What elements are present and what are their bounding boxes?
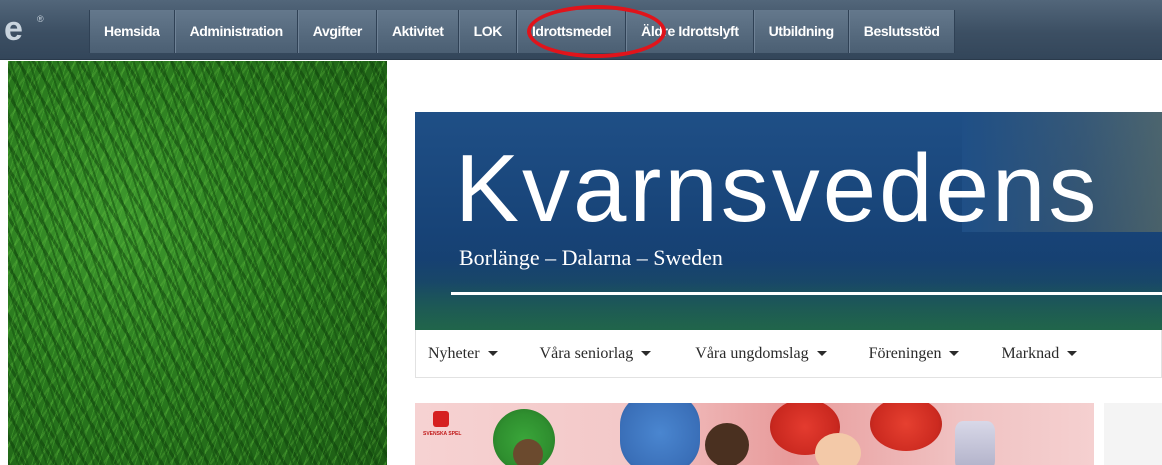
fan-head-figure <box>705 423 749 465</box>
registered-mark: ® <box>37 14 44 24</box>
admin-topbar: e ® Hemsida Administration Avgifter Akti… <box>0 0 1162 60</box>
right-side-panel <box>1104 403 1162 465</box>
caret-down-icon <box>641 351 652 356</box>
fan-smile-figure <box>815 433 861 465</box>
caret-down-icon <box>949 351 960 356</box>
brand-logo-fragment[interactable]: e <box>4 12 23 46</box>
menu-item-label: Föreningen <box>868 344 942 362</box>
nav-item-administration[interactable]: Administration <box>174 10 298 53</box>
caret-down-icon <box>1067 351 1078 356</box>
nav-item-beslutsstod[interactable]: Beslutsstöd <box>848 10 955 53</box>
nav-item-aktivitet[interactable]: Aktivitet <box>376 10 459 53</box>
grass-background-image <box>8 61 387 465</box>
menu-item-marknad[interactable]: Marknad <box>1001 344 1078 363</box>
menu-item-vara-seniorlag[interactable]: Våra seniorlag <box>540 345 652 363</box>
menu-item-label: Våra ungdomslag <box>695 344 809 362</box>
menu-item-foreningen[interactable]: Föreningen <box>869 345 960 363</box>
club-location-subtitle: Borlänge – Dalarna – Sweden <box>459 245 723 270</box>
menu-item-label: Nyheter <box>428 344 480 362</box>
banner-divider <box>451 292 1162 295</box>
nav-item-lok[interactable]: LOK <box>458 10 517 53</box>
club-banner[interactable]: Kvarnsvedens Borlänge – Dalarna – Sweden <box>415 112 1162 330</box>
club-name-title: Kvarnsvedens <box>455 135 1100 242</box>
nav-item-utbildning[interactable]: Utbildning <box>753 10 849 53</box>
nav-item-aldre-idrottslyft[interactable]: Äldre Idrottslyft <box>626 10 754 53</box>
pompom-right-figure <box>870 403 942 451</box>
nav-item-avgifter[interactable]: Avgifter <box>297 10 377 53</box>
admin-nav: Hemsida Administration Avgifter Aktivite… <box>89 10 955 53</box>
svenska-spel-logo-icon <box>433 411 449 427</box>
fan-cap-figure <box>955 421 995 465</box>
nav-item-hemsida[interactable]: Hemsida <box>89 10 175 53</box>
menu-item-label: Våra seniorlag <box>539 344 634 362</box>
site-menu: Nyheter Våra seniorlag Våra ungdomslag F… <box>415 330 1162 378</box>
svenska-spel-ad-banner[interactable]: SVENSKA SPEL <box>415 403 1094 465</box>
nav-item-idrottsmedel[interactable]: Idrottsmedel <box>516 10 627 53</box>
fan-face-figure <box>513 439 543 465</box>
menu-item-label: Marknad <box>1001 344 1060 362</box>
svenska-spel-logo-text: SVENSKA SPEL <box>423 431 462 437</box>
caret-down-icon <box>487 351 498 356</box>
flag-figure <box>620 403 700 465</box>
menu-item-nyheter[interactable]: Nyheter <box>428 345 498 363</box>
menu-item-vara-ungdomslag[interactable]: Våra ungdomslag <box>695 344 827 363</box>
caret-down-icon <box>816 351 827 356</box>
svenska-spel-logo: SVENSKA SPEL <box>423 411 462 451</box>
